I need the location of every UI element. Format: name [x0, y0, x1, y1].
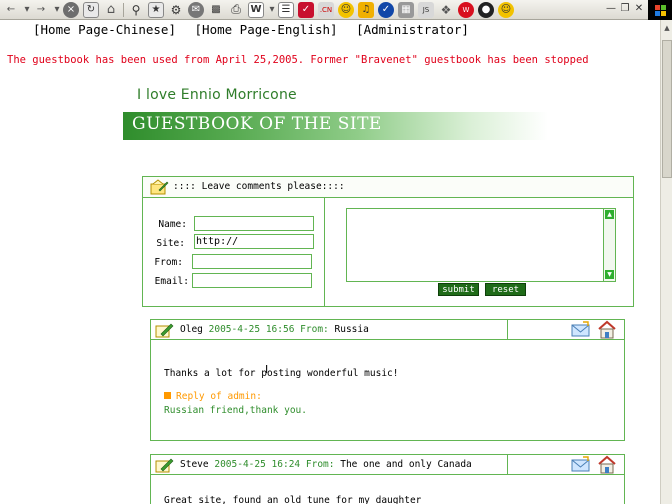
textarea-scrollbar[interactable]: ▲ ▼: [603, 209, 615, 281]
form-heading: :::: Leave comments please::::: [173, 181, 345, 192]
textarea-scroll-up-icon[interactable]: ▲: [605, 210, 614, 219]
mail-icon[interactable]: ✉: [188, 1, 204, 18]
scroll-thumb[interactable]: [662, 40, 672, 178]
name-input[interactable]: [194, 216, 314, 231]
form-header: :::: Leave comments please::::: [143, 177, 633, 198]
admin-reply-label-text: Reply of admin:: [176, 391, 262, 402]
entry-header-divider: [507, 455, 508, 475]
entry-datetime: 2005-4-25 16:24: [214, 459, 301, 470]
form-divider: [324, 198, 325, 306]
homepage-house-icon[interactable]: [597, 455, 617, 474]
guestbook-notice: The guestbook has been used from April 2…: [7, 54, 589, 66]
bell-icon[interactable]: ♫: [358, 1, 374, 18]
shield-icon[interactable]: ✓: [298, 1, 314, 18]
search-icon[interactable]: ⚲: [128, 2, 144, 18]
guestbook-pen-icon: [150, 179, 169, 195]
nav-link-home-english[interactable]: [Home Page-English]: [195, 22, 338, 37]
media-icon[interactable]: ▩: [208, 2, 224, 18]
entry-datetime: 2005-4-25 16:56: [208, 324, 295, 335]
entry-header-divider: [507, 320, 508, 340]
site-label: Site:: [156, 238, 185, 249]
browser-toolbar: ← ▾ → ▾ × ↻ ⌂ ⚲ ★ ⚙ ✉ ▩ ⎙ W ▾ ☰ ✓ .CN ☺ …: [0, 0, 672, 20]
comment-form: :::: Leave comments please:::: Name: Sit…: [142, 176, 634, 307]
minimize-icon[interactable]: —: [604, 2, 618, 16]
forward-icon[interactable]: →: [33, 2, 49, 18]
close-icon[interactable]: ✕: [632, 2, 646, 16]
email-input[interactable]: [192, 273, 312, 288]
entry-body: Great site, found an old tune for my dau…: [164, 495, 422, 504]
reset-button[interactable]: reset: [485, 283, 526, 296]
nav-link-administrator[interactable]: [Administrator]: [356, 22, 469, 37]
entry-from: Russia: [334, 324, 369, 335]
messenger-icon[interactable]: W: [458, 1, 474, 18]
entry-body: Thanks a lot for posting wonderful music…: [164, 368, 399, 379]
smiley-icon[interactable]: ☺: [498, 1, 514, 18]
top-nav: [Home Page-Chinese] [Home Page-English] …: [33, 22, 480, 37]
butterfly-icon[interactable]: ❖: [438, 2, 454, 18]
qq-icon[interactable]: ☺: [338, 1, 354, 18]
forward-dropdown-icon[interactable]: ▾: [53, 2, 61, 18]
grid-icon[interactable]: ▦: [398, 1, 414, 18]
submit-button[interactable]: submit: [438, 283, 479, 296]
edit-dropdown-icon[interactable]: ▾: [268, 2, 276, 18]
back-dropdown-icon[interactable]: ▾: [23, 2, 31, 18]
scroll-up-icon[interactable]: ▲: [662, 22, 672, 34]
email-envelope-icon[interactable]: [571, 456, 591, 473]
history-icon[interactable]: ⚙: [168, 2, 184, 18]
cn-icon[interactable]: .CN: [318, 1, 334, 18]
entry-header: Steve 2005-4-25 16:24 From: The one and …: [151, 455, 624, 475]
back-icon[interactable]: ←: [3, 2, 19, 18]
comment-textarea[interactable]: ▲ ▼: [346, 208, 616, 282]
email-label: Email:: [154, 276, 189, 287]
email-envelope-icon[interactable]: [571, 321, 591, 338]
text-cursor-icon: I: [265, 363, 269, 376]
entry-meta: Oleg 2005-4-25 16:56 From: Russia: [180, 324, 369, 335]
entry-header: Oleg 2005-4-25 16:56 From: Russia: [151, 320, 624, 340]
stop-icon[interactable]: ×: [63, 1, 79, 18]
edit-icon[interactable]: W: [248, 1, 264, 18]
page-icon[interactable]: ☰: [278, 1, 294, 18]
entry-author: Oleg: [180, 324, 203, 335]
penguin-icon[interactable]: ●: [478, 1, 494, 18]
print-icon[interactable]: ⎙: [228, 2, 244, 18]
guestbook-pen-icon: [155, 323, 174, 338]
reply-square-icon: [164, 392, 171, 399]
js-icon[interactable]: JS: [418, 1, 434, 18]
textarea-scroll-down-icon[interactable]: ▼: [605, 270, 614, 279]
restore-icon[interactable]: ❐: [618, 2, 632, 16]
guestbook-pen-icon: [155, 458, 174, 473]
admin-reply-label: Reply of admin:: [164, 391, 262, 402]
entry-author: Steve: [180, 459, 209, 470]
guestbook-entry: Steve 2005-4-25 16:24 From: The one and …: [150, 454, 625, 504]
from-input[interactable]: [192, 254, 312, 269]
banner-title: GUESTBOOK OF THE SITE: [132, 114, 382, 134]
toolbar-separator: [123, 2, 124, 17]
site-input[interactable]: http://: [194, 234, 314, 249]
entry-from: The one and only Canada: [340, 459, 472, 470]
entry-from-label: From:: [305, 459, 335, 470]
favorites-icon[interactable]: ★: [148, 1, 164, 18]
page-scrollbar[interactable]: ▲: [660, 20, 672, 504]
guestbook-banner: GUESTBOOK OF THE SITE: [123, 112, 548, 140]
name-label: Name:: [158, 219, 187, 230]
guestbook-entry: Oleg 2005-4-25 16:56 From: Russia Thanks…: [150, 319, 625, 441]
admin-reply-text: Russian friend,thank you.: [164, 405, 307, 416]
check-icon[interactable]: ✓: [378, 1, 394, 18]
entry-meta: Steve 2005-4-25 16:24 From: The one and …: [180, 459, 472, 470]
entry-from-label: From:: [300, 324, 329, 335]
site-name: I love Ennio Morricone: [137, 87, 297, 103]
home-icon[interactable]: ⌂: [103, 2, 119, 18]
from-label: From:: [154, 257, 183, 268]
homepage-house-icon[interactable]: [597, 320, 617, 339]
windows-logo-icon: [648, 0, 672, 20]
nav-link-home-chinese[interactable]: [Home Page-Chinese]: [33, 22, 176, 37]
refresh-icon[interactable]: ↻: [83, 1, 99, 18]
